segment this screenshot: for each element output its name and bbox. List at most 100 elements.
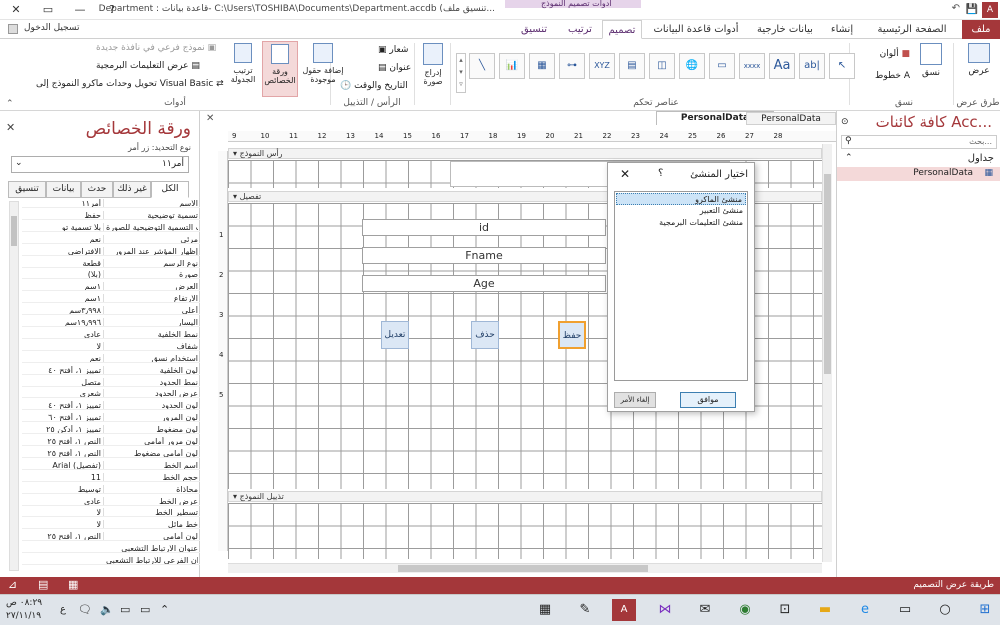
property-value[interactable]: النص ١، أفتح ٢٥ (24, 532, 104, 541)
logo-button[interactable]: ▣ شعار (378, 45, 408, 55)
property-value[interactable]: نعم (24, 353, 104, 362)
property-scrollbar[interactable] (9, 201, 19, 571)
undo-icon[interactable]: ↶ (952, 3, 960, 14)
property-row[interactable]: لون مرور أمامي النص ١، أفتح ٢٥ (22, 437, 200, 446)
property-value[interactable]: Arial (تفصيل) (24, 460, 104, 469)
battery-icon[interactable]: ▭ (140, 603, 150, 616)
view-button[interactable]: عرض (964, 43, 994, 93)
select-tool-icon[interactable]: ↖ (829, 53, 855, 79)
property-value[interactable]: لا (24, 341, 104, 350)
convert-macros-button[interactable]: تحويل وحدات ماكرو النموذج إلى Visual Bas… (36, 79, 224, 89)
subform-button[interactable]: نموذج فرعي في نافذة جديدة ▣ (96, 43, 216, 53)
property-row[interactable]: لون أمامي النص ١، أفتح ٢٥ (22, 532, 200, 542)
field-id[interactable]: id (362, 219, 606, 236)
property-row[interactable]: أعلى ٣٫٩٩٨سم (22, 306, 200, 316)
property-value[interactable]: النص ١، أفتح ٢٥ (24, 448, 104, 457)
close-doc-icon[interactable]: ✕ (206, 113, 214, 124)
edge-icon[interactable]: e (854, 599, 876, 621)
ok-button[interactable]: موافق (680, 392, 736, 408)
horizontal-scrollbar[interactable] (228, 563, 822, 573)
minimize-window-button[interactable]: — (64, 0, 96, 20)
vertical-scrollbar[interactable] (822, 144, 832, 562)
builder-option[interactable]: منشئ التعليمات البرمجية (616, 217, 746, 229)
nav-search-input[interactable]: بحث... ⚲ (841, 135, 997, 149)
property-value[interactable]: متصل (24, 377, 104, 386)
mail-icon[interactable]: ✉ (694, 599, 716, 621)
delete-button[interactable]: حذف (471, 321, 499, 349)
layout-view-icon[interactable]: ▤ (38, 578, 48, 591)
ptab-data[interactable]: بيانات (46, 181, 81, 198)
property-value[interactable]: بلا تسمية تو (24, 222, 104, 231)
property-value[interactable]: لا (24, 520, 104, 529)
doc-tab-inactive[interactable]: PersonalData (746, 112, 836, 125)
collapse-ribbon-icon[interactable]: ⌃ (6, 99, 14, 109)
nav-dropdown-icon[interactable]: ⊙ (841, 117, 849, 127)
edit-button[interactable]: تعديل (381, 321, 409, 349)
tab-database-tools[interactable]: أدوات قاعدة البيانات (644, 20, 748, 39)
form-header-bar[interactable]: ▾ رأس النموذج (228, 148, 822, 159)
property-row[interactable]: مرئي نعم (22, 234, 200, 244)
property-row[interactable]: ترتيب التسمية التوضيحية للصورةبلا تسمية … (22, 222, 200, 232)
field-fname[interactable]: Fname (362, 247, 606, 264)
form-footer-bar[interactable]: ▾ تذييل النموذج (228, 491, 822, 502)
file-explorer-icon[interactable]: ▬ (814, 599, 836, 621)
colors-button[interactable]: ألوان ■ (880, 49, 910, 59)
property-value[interactable]: الافتراضي (24, 246, 104, 255)
builder-option[interactable]: منشئ التعبير (616, 205, 746, 217)
property-value[interactable]: قطعة (24, 258, 104, 267)
property-row[interactable]: عرض الحدود شعري (22, 389, 200, 399)
property-row[interactable]: تسطير الخط لا (22, 508, 200, 518)
property-row[interactable]: لون الخلفية تمييز ١، أفتح ٤٠ (22, 365, 200, 375)
property-row[interactable]: خط مائل لا (22, 520, 200, 530)
property-row[interactable]: صورة (بلا) (22, 270, 200, 280)
language-indicator[interactable]: ع (60, 604, 66, 615)
chart-icon[interactable]: 📊 (499, 53, 525, 79)
property-row[interactable]: الارتفاع ١سم (22, 294, 200, 304)
visual-studio-icon[interactable]: ⋈ (654, 599, 676, 621)
dialog-close-icon[interactable]: ✕ (620, 167, 630, 181)
ptab-all[interactable]: الكل (151, 181, 189, 198)
property-value[interactable]: 11 (24, 472, 104, 481)
tab-design[interactable]: تصميم (602, 20, 642, 39)
collapse-group-icon[interactable]: ⌃ (845, 153, 853, 163)
cancel-button[interactable]: إلغاء الأمر (614, 392, 656, 408)
property-row[interactable]: لون مضغوط تمييز ١، أدكن ٢٥ (22, 425, 200, 435)
windows-start-icon[interactable]: ⊞ (974, 599, 996, 621)
textbox-tool[interactable]: ab| (799, 53, 825, 79)
controls-more-icon[interactable]: ▴ ▾ ▿ (456, 53, 466, 93)
property-row[interactable]: عرض الخط عادي (22, 496, 200, 506)
option-group-tool[interactable]: XYZ (589, 53, 615, 79)
ptab-event[interactable]: حدث (81, 181, 113, 198)
property-value[interactable]: نعم (24, 234, 104, 243)
fonts-button[interactable]: خطوط A (875, 71, 910, 81)
nav-item-personaldata[interactable]: PersonalData ▦ (837, 167, 1000, 181)
property-row[interactable]: حجم الخط 11 (22, 472, 200, 482)
tab-file[interactable]: ملف (962, 20, 1000, 39)
ptab-other[interactable]: غير ذلك (113, 181, 151, 198)
property-value[interactable]: أمر١١ (24, 199, 104, 207)
chrome-icon[interactable]: ◉ (734, 599, 756, 621)
property-value[interactable]: تمييز ١، أدكن ٢٥ (24, 425, 104, 434)
selection-dropdown[interactable]: أمر١١ ⌄ (11, 156, 189, 173)
label-tool[interactable]: Aa (769, 53, 795, 79)
vscroll-thumb[interactable] (824, 174, 831, 374)
property-row[interactable]: اسم الخط Arial (تفصيل) (22, 460, 200, 470)
combo-box-icon[interactable]: ▦ (529, 53, 555, 79)
photos-icon[interactable]: ▦ (534, 599, 556, 621)
datetime-button[interactable]: 🕒 التاريخ والوقت (340, 81, 408, 91)
line-tool-icon[interactable]: ╲ (469, 53, 495, 79)
save-button[interactable]: حفظ (558, 321, 586, 349)
field-age[interactable]: Age (362, 275, 606, 292)
access-taskbar-icon[interactable]: A (612, 599, 636, 621)
property-row[interactable]: اليسار ١٩٫٩٩٦سم (22, 318, 200, 327)
property-row[interactable]: محاذاة توسيط (22, 484, 200, 494)
restore-window-button[interactable]: ▭ (32, 0, 64, 20)
property-value[interactable]: ١سم (24, 294, 104, 303)
navigation-control-icon[interactable]: ▤ (619, 53, 645, 79)
notification-icon[interactable]: 🗨 (78, 603, 92, 616)
add-existing-fields-button[interactable]: إضافة حقول موجودة (300, 43, 346, 84)
property-row[interactable]: نمط الخلفية عادي (22, 329, 200, 339)
user-avatar[interactable] (8, 24, 18, 34)
page-break-icon[interactable]: ⊶ (559, 53, 585, 79)
property-value[interactable]: لا (24, 508, 104, 517)
